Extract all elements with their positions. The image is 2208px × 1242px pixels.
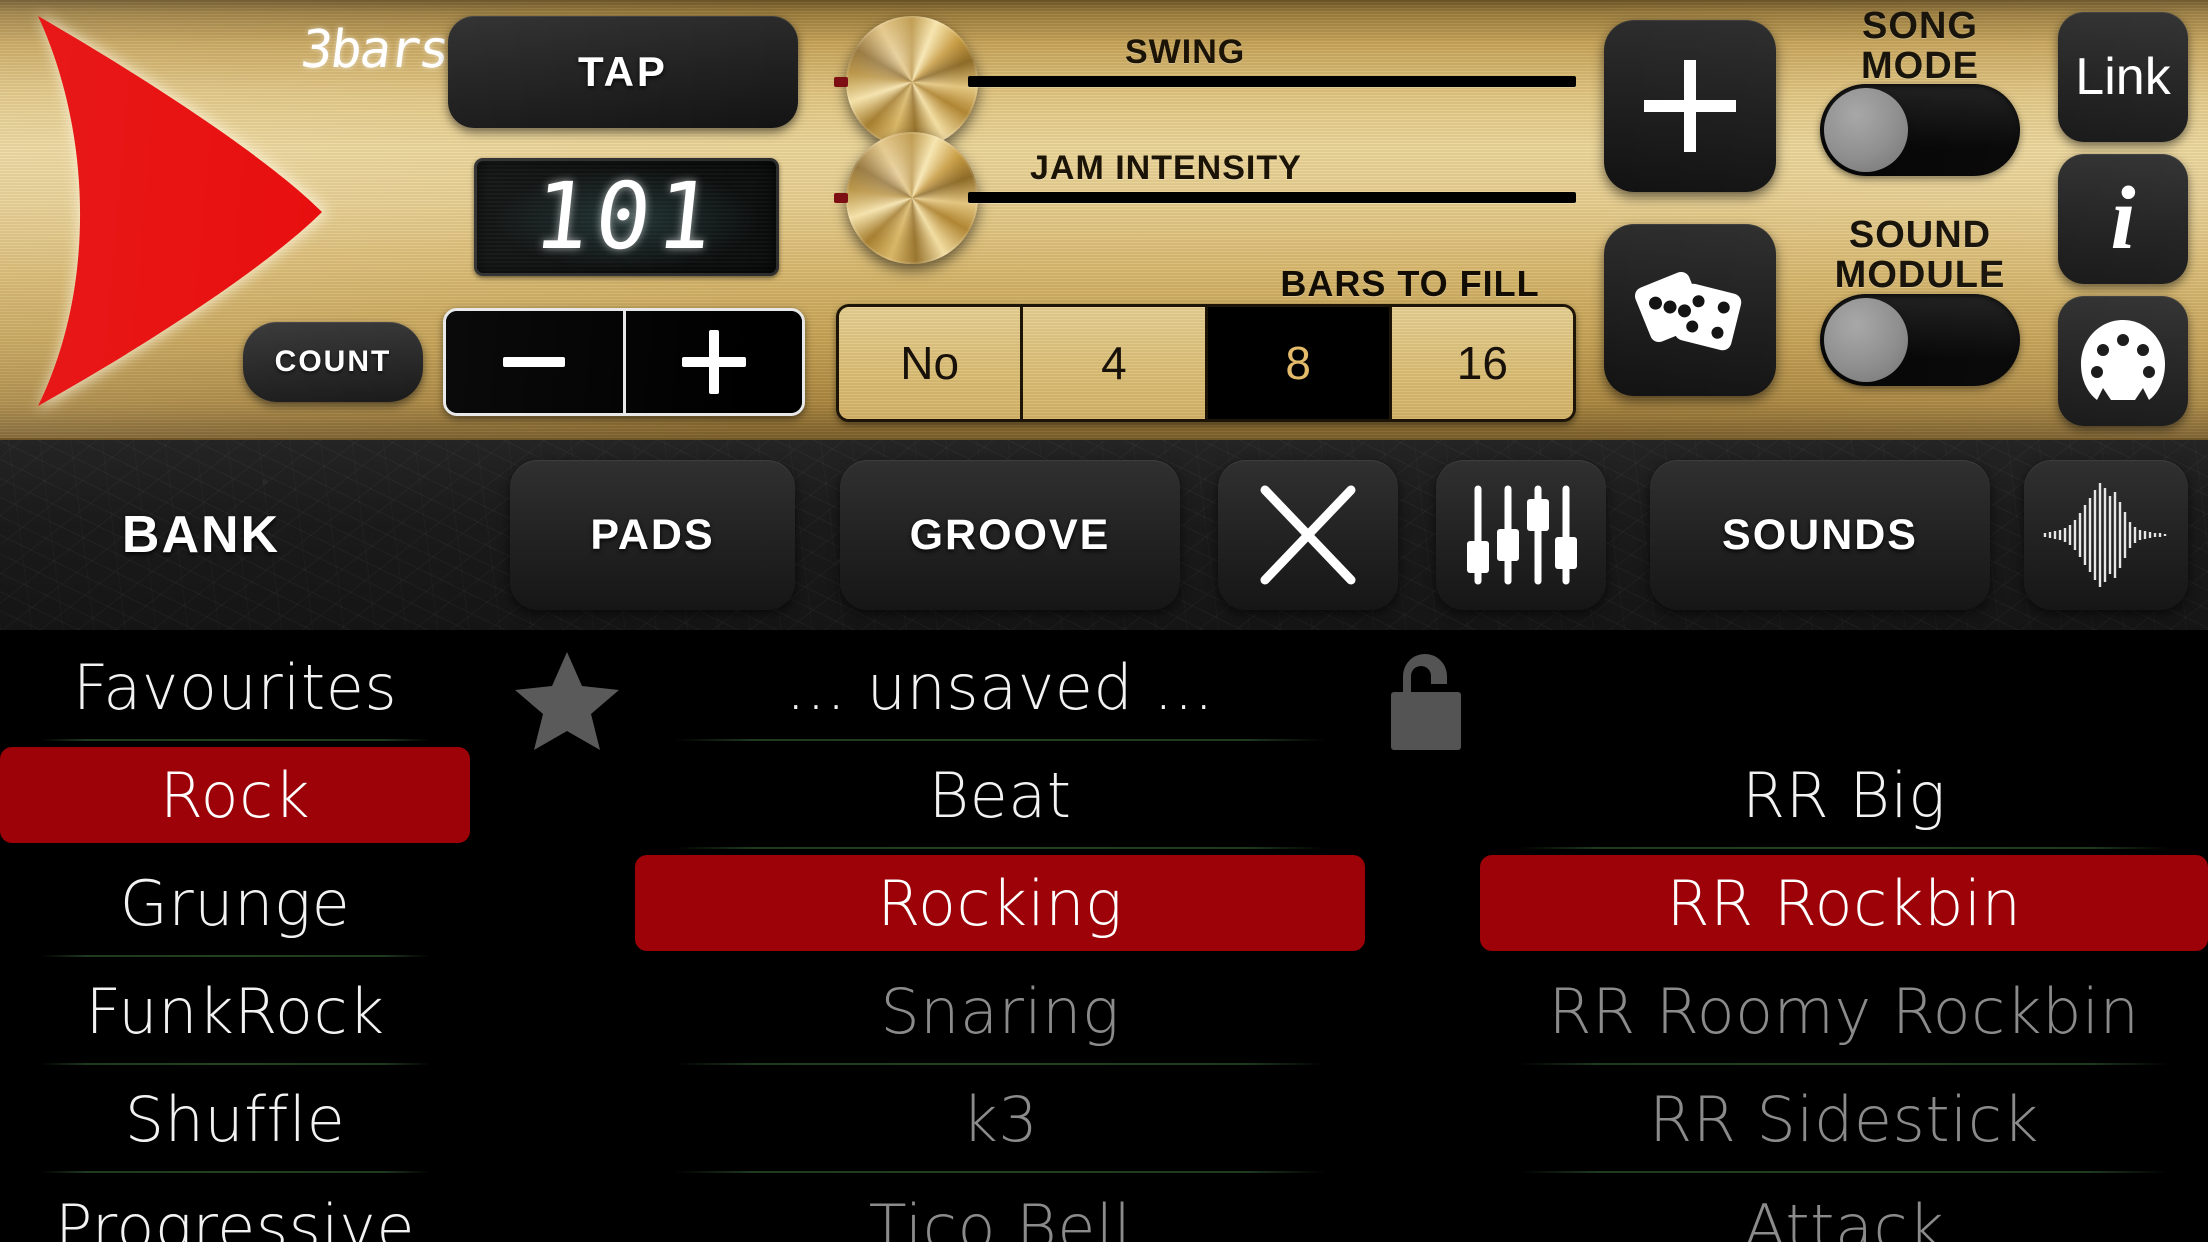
sound-module-label-line1: SOUND — [1848, 214, 1992, 256]
kit-list-item-label: RR Big — [1742, 758, 1946, 832]
drumsticks-x-icon — [1260, 485, 1356, 585]
song-mode-toggle[interactable] — [1820, 84, 2020, 176]
bpm-increment-button[interactable] — [622, 311, 802, 413]
bars-to-fill-label: BARS TO FILL — [1280, 263, 1540, 304]
info-icon: i — [2110, 169, 2136, 268]
bars-to-fill-segmented: No 4 8 16 — [836, 304, 1576, 422]
tab-mixer[interactable] — [1436, 460, 1606, 610]
star-icon[interactable] — [512, 648, 622, 754]
info-button[interactable]: i — [2058, 154, 2188, 284]
groove-list-item-label: ... unsaved ... — [785, 650, 1215, 724]
jam-intensity-slider-track[interactable] — [968, 192, 1576, 203]
bars-to-fill-option-8[interactable]: 8 — [1204, 307, 1389, 419]
link-label: Link — [2075, 48, 2171, 106]
count-button[interactable]: COUNT — [243, 322, 423, 402]
bank-list-item-label: Shuffle — [124, 1082, 346, 1156]
bpm-decrement-button[interactable] — [446, 311, 623, 413]
randomize-button[interactable] — [1604, 224, 1776, 396]
bars-readout: 3bars — [297, 20, 452, 80]
plus-icon — [1644, 60, 1736, 152]
browser-lists: Favourites Rock Grunge FunkRock Shuffle Progr… — [0, 633, 2208, 1242]
transport-panel: 3bars TAP 101 COUNT SWING JAM INTENSITY — [0, 0, 2208, 438]
sound-module-label-line2: MODULE — [1834, 254, 2006, 296]
kit-list-item[interactable]: RR Rockbin — [1480, 849, 2208, 957]
groove-list-item[interactable]: Rocking — [635, 849, 1365, 957]
kit-list-item-label: RR Rockbin — [1666, 866, 2022, 940]
bank-list-item-label: Rock — [159, 758, 311, 832]
midi-button[interactable] — [2058, 296, 2188, 426]
song-mode-label-line2: MODE — [1861, 45, 1979, 87]
kit-list-item[interactable]: RR Big — [1480, 741, 2208, 849]
groove-list-item-label: k3 — [961, 1082, 1039, 1156]
bank-list-item[interactable]: Shuffle — [0, 1065, 470, 1173]
kit-list-item-label: RR Sidestick — [1649, 1082, 2039, 1156]
tab-bank[interactable]: BANK — [56, 460, 346, 610]
bars-to-fill-option-16[interactable]: 16 — [1388, 307, 1573, 419]
kit-list: RR Big RR Rockbin RR Roomy Rockbin RR Sides… — [1480, 633, 2208, 1242]
bank-list-item[interactable]: Grunge — [0, 849, 470, 957]
swing-slider-track[interactable] — [968, 76, 1576, 87]
link-button[interactable]: Link — [2058, 12, 2188, 142]
bank-list-item-label: FunkRock — [85, 974, 385, 1048]
kit-list-item — [1480, 633, 2208, 741]
bank-list-item[interactable]: Progressive — [0, 1173, 470, 1242]
tab-waveform[interactable] — [2024, 460, 2188, 610]
groove-list-item[interactable]: k3 — [635, 1065, 1365, 1173]
bpm-stepper — [443, 308, 805, 416]
groove-list-item-label: Tico Bell — [868, 1190, 1132, 1242]
groove-list-item[interactable]: ... unsaved ... — [635, 633, 1365, 741]
kit-list-item-label: Attack — [1743, 1190, 1945, 1242]
tab-pads[interactable]: PADS — [510, 460, 795, 610]
jam-intensity-knob[interactable] — [846, 132, 978, 264]
groove-list-item-label: Rocking — [877, 866, 1123, 940]
sound-module-toggle[interactable] — [1820, 294, 2020, 386]
bank-list: Favourites Rock Grunge FunkRock Shuffle Progr… — [0, 633, 470, 1242]
bank-list-item-label: Favourites — [72, 650, 398, 724]
unlocked-padlock-icon[interactable] — [1385, 648, 1475, 756]
kit-list-item[interactable]: RR Sidestick — [1480, 1065, 2208, 1173]
tap-button[interactable]: TAP — [448, 16, 798, 128]
swing-knob-tick — [834, 77, 848, 87]
song-mode-label-line1: SONG — [1862, 5, 1978, 47]
tab-drumsticks[interactable] — [1218, 460, 1398, 610]
dice-icon — [1635, 271, 1742, 351]
waveform-icon — [2043, 483, 2167, 587]
song-mode-label: SONG MODE — [1800, 6, 2040, 86]
song-mode-toggle-thumb — [1824, 88, 1908, 172]
swing-label: SWING — [1125, 33, 1246, 71]
jam-intensity-knob-tick — [834, 193, 848, 203]
plus-icon — [681, 330, 746, 394]
add-button[interactable] — [1604, 20, 1776, 192]
bpm-display[interactable]: 101 — [474, 158, 779, 276]
groove-list-item-label: Beat — [928, 758, 1072, 832]
bpm-value: 101 — [528, 163, 725, 270]
groove-list-item[interactable]: Snaring — [635, 957, 1365, 1065]
main-navigation-bar: BANK PADS GROOVE SOUNDS — [0, 438, 2208, 633]
groove-list-item[interactable]: Beat — [635, 741, 1365, 849]
minus-icon — [503, 357, 566, 367]
sound-module-toggle-thumb — [1824, 298, 1908, 382]
mixer-faders-icon — [1467, 485, 1577, 585]
app-root: 3bars TAP 101 COUNT SWING JAM INTENSITY — [0, 0, 2208, 1242]
bars-to-fill-option-4[interactable]: 4 — [1020, 307, 1205, 419]
groove-list: ... unsaved ... Beat Rocking Snaring k3 Tico … — [635, 633, 1365, 1242]
bank-list-item[interactable]: FunkRock — [0, 957, 470, 1065]
midi-din-icon — [2081, 320, 2165, 400]
bars-to-fill-option-no[interactable]: No — [839, 307, 1021, 419]
kit-list-item[interactable]: RR Roomy Rockbin — [1480, 957, 2208, 1065]
bank-list-item-label: Progressive — [54, 1190, 415, 1242]
bank-list-item[interactable]: Favourites — [0, 633, 470, 741]
sound-module-label: SOUND MODULE — [1800, 215, 2040, 295]
groove-list-item-label: Snaring — [880, 974, 1120, 1048]
jam-intensity-label: JAM INTENSITY — [1030, 149, 1302, 187]
kit-list-item[interactable]: Attack — [1480, 1173, 2208, 1242]
tab-groove[interactable]: GROOVE — [840, 460, 1180, 610]
kit-list-item-label: RR Roomy Rockbin — [1548, 974, 2140, 1048]
swing-knob[interactable] — [846, 16, 978, 148]
groove-list-item[interactable]: Tico Bell — [635, 1173, 1365, 1242]
bank-list-item-label: Grunge — [119, 866, 351, 940]
tab-sounds[interactable]: SOUNDS — [1650, 460, 1990, 610]
bank-list-item[interactable]: Rock — [0, 741, 470, 849]
